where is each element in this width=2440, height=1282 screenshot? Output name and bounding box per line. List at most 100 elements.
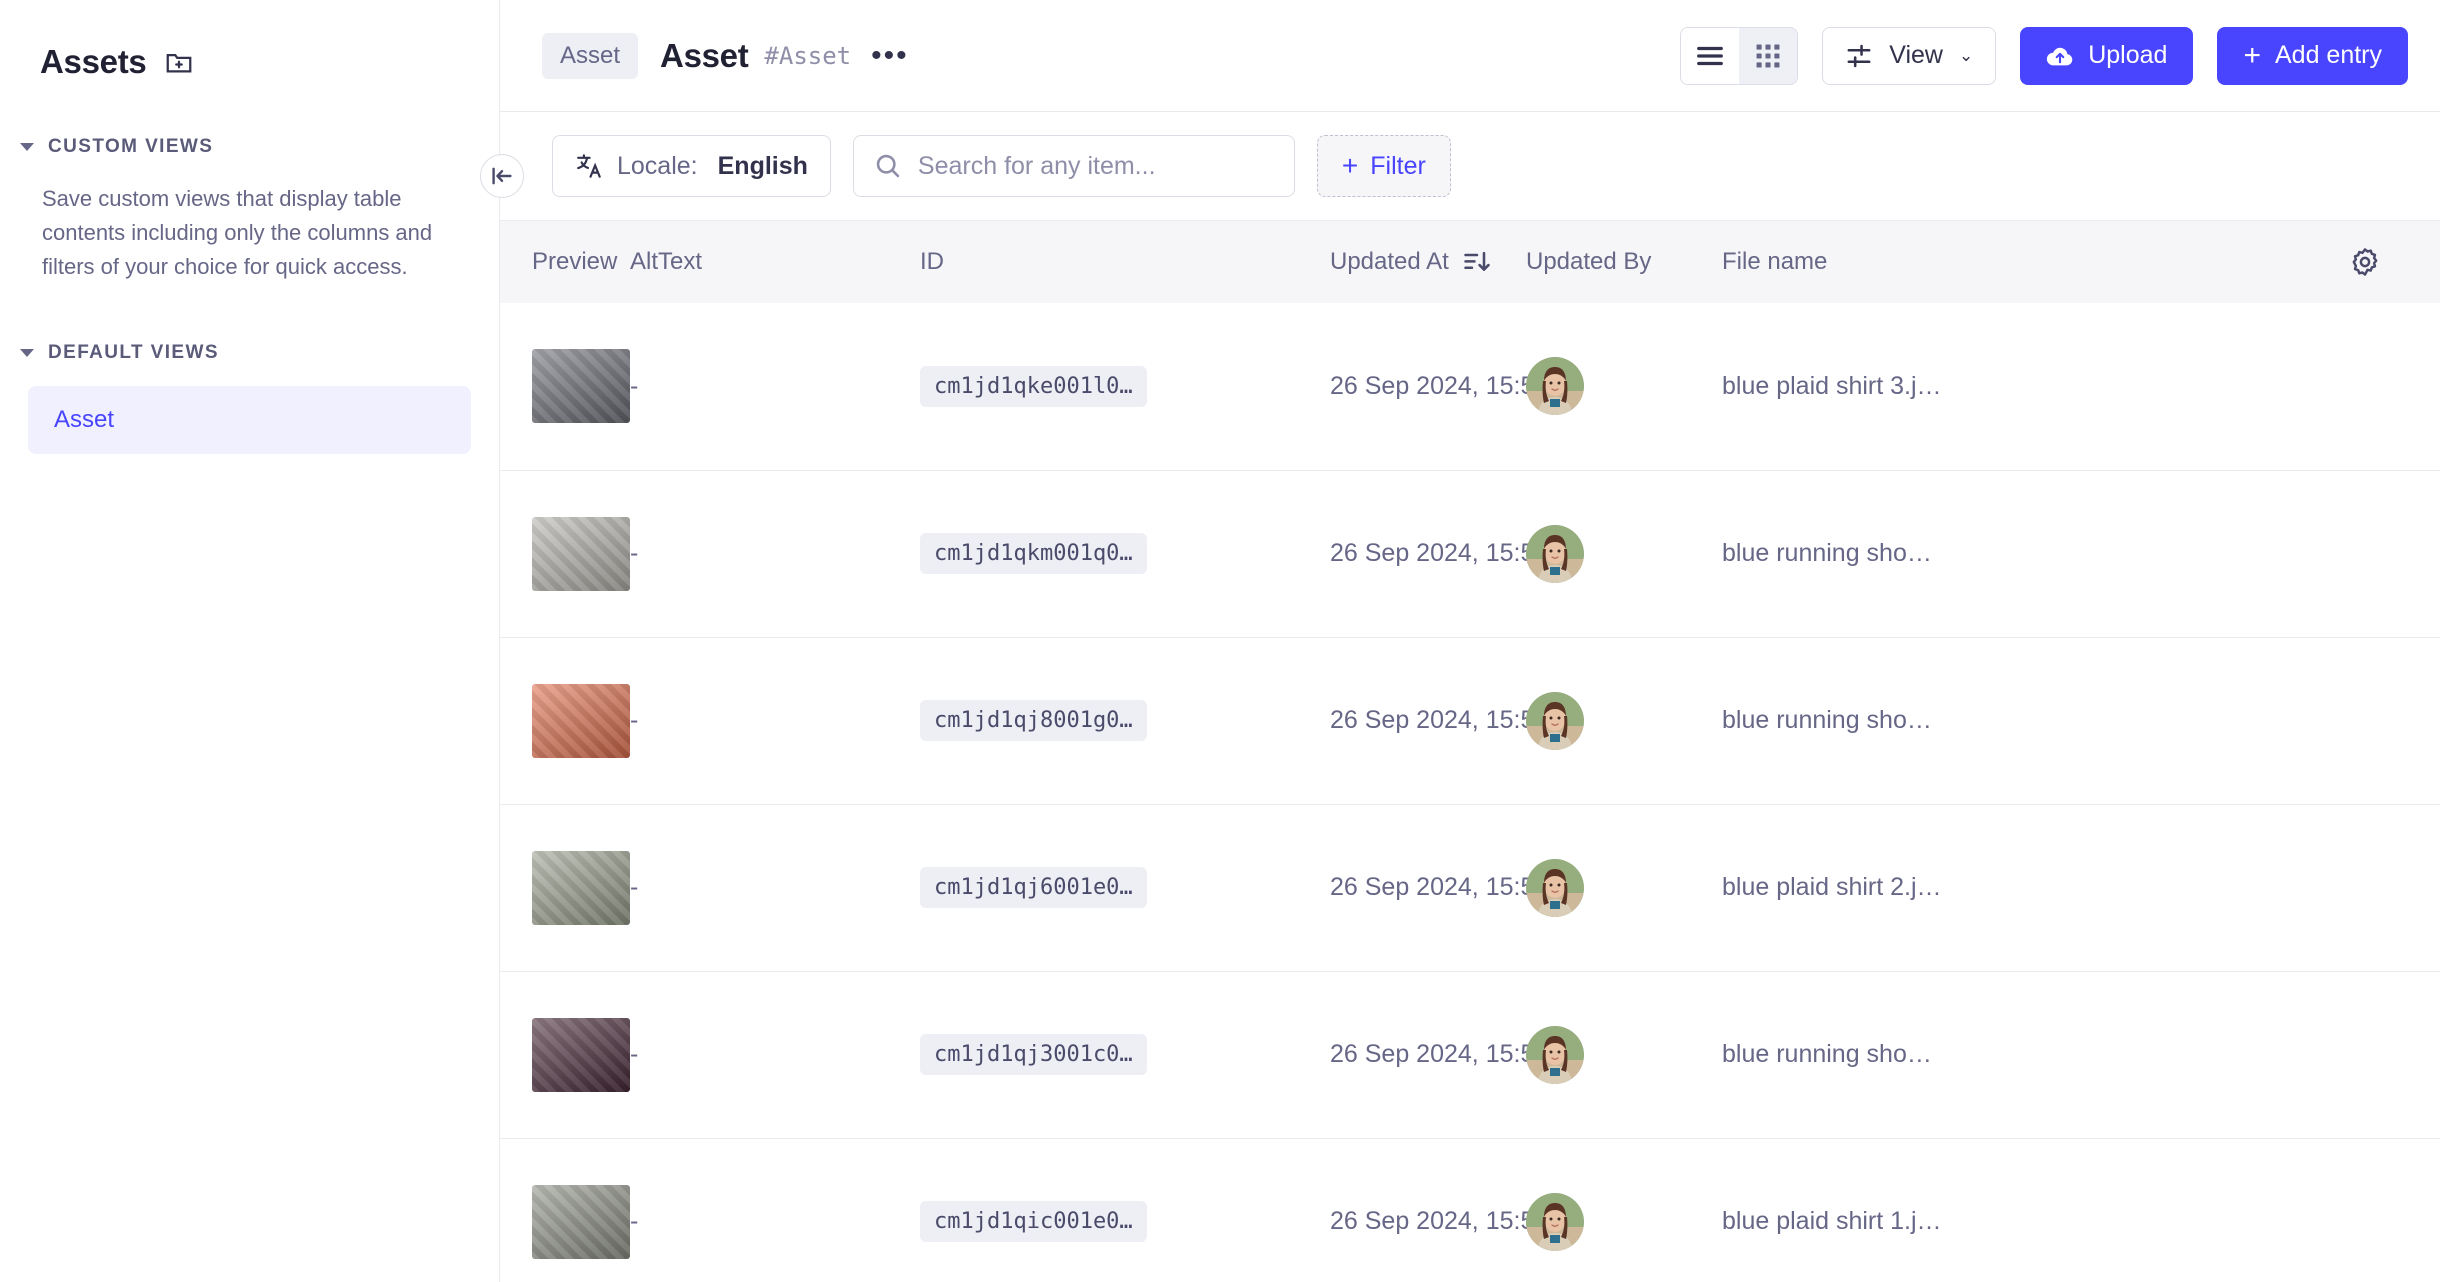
asset-thumbnail[interactable] [532,516,630,591]
add-entry-button[interactable]: + Add entry [2217,26,2408,85]
breadcrumb-chip[interactable]: Asset [542,32,639,79]
more-options-icon[interactable]: ••• [871,41,909,71]
assets-table: Preview AltText ID Updated At Updated By… [500,221,2440,1282]
avatar[interactable] [1526,1192,1584,1251]
cell-preview [500,637,630,804]
section-header-default-views[interactable]: DEFAULT VIEWS [0,342,499,364]
cell-actions [2350,804,2440,971]
cell-alttext: - [630,804,920,971]
column-header-updated-by[interactable]: Updated By [1526,221,1722,303]
cell-actions [2350,971,2440,1138]
cell-alttext: - [630,470,920,637]
cell-alttext: - [630,971,920,1138]
custom-views-description: Save custom views that display table con… [42,186,433,280]
avatar[interactable] [1526,691,1584,750]
column-label-preview: Preview [532,248,618,275]
view-button-label: View [1889,41,1943,69]
app-root: Assets CUSTOM VIEWS Save custom views th… [0,0,2440,1282]
cell-updated-by [1526,637,1722,804]
avatar[interactable] [1526,1025,1584,1084]
column-header-file-name[interactable]: File name [1722,221,2350,303]
cell-updated-at: 26 Sep 2024, 15:59 [1330,706,1549,734]
page-title: Asset [660,36,749,74]
cell-updated-by [1526,1138,1722,1282]
sidebar-item-asset[interactable]: Asset [28,386,471,455]
sidebar-item-label: Asset [54,406,115,434]
upload-button[interactable]: Upload [2020,26,2194,85]
cell-file-name: blue running sho… [1722,1040,1932,1068]
cell-preview [500,470,630,637]
sliders-icon [1845,42,1873,70]
id-chip[interactable]: cm1jd1qic001e0… [920,1201,1147,1242]
search-box[interactable] [852,135,1295,197]
column-header-updated-at[interactable]: Updated At [1330,221,1526,303]
section-label-default-views: DEFAULT VIEWS [48,342,219,364]
cell-file-name: blue plaid shirt 1.j… [1722,1207,1942,1235]
avatar[interactable] [1526,357,1584,416]
avatar[interactable] [1526,524,1584,583]
cell-actions [2350,470,2440,637]
id-chip[interactable]: cm1jd1qj6001e0… [920,867,1147,908]
sidebar: Assets CUSTOM VIEWS Save custom views th… [0,0,500,1282]
column-label-id: ID [920,248,944,275]
column-header-preview[interactable]: Preview [500,221,630,303]
id-chip[interactable]: cm1jd1qkm001q0… [920,533,1147,574]
table-row[interactable]: - cm1jd1qj3001c0… 26 Sep 2024, 15:59 blue r… [500,971,2440,1138]
alttext-value: - [630,1040,639,1068]
column-header-alttext[interactable]: AltText [630,221,920,303]
id-chip[interactable]: cm1jd1qj3001c0… [920,1034,1147,1075]
table-row[interactable]: - cm1jd1qkm001q0… 26 Sep 2024, 15:59 blue r… [500,470,2440,637]
table-body: - cm1jd1qke001l0… 26 Sep 2024, 15:59 blue p… [500,303,2440,1282]
search-input[interactable] [917,151,1274,181]
grid-view-icon[interactable] [1739,27,1798,84]
alttext-value: - [630,539,639,567]
main-content: Asset Asset #Asset ••• View ⌄ Upload + A… [480,0,2440,1282]
cell-updated-by [1526,804,1722,971]
sort-descending-icon[interactable] [1463,249,1491,275]
table-row[interactable]: - cm1jd1qj6001e0… 26 Sep 2024, 15:59 blue p… [500,804,2440,971]
section-header-custom-views[interactable]: CUSTOM VIEWS [0,136,499,158]
section-label-custom-views: CUSTOM VIEWS [48,136,214,157]
page-hash-label: #Asset [764,41,852,70]
cell-updated-at: 26 Sep 2024, 15:59 [1330,1207,1549,1235]
id-chip[interactable]: cm1jd1qj8001g0… [920,700,1147,741]
add-filter-button[interactable]: + Filter [1316,135,1451,197]
cell-id: cm1jd1qke001l0… [920,303,1330,470]
asset-thumbnail[interactable] [532,850,630,925]
chevron-down-icon: ⌄ [1958,45,1974,65]
asset-thumbnail[interactable] [532,1017,630,1092]
alttext-value: - [630,371,639,400]
cell-alttext: - [630,1138,920,1282]
folder-add-icon[interactable] [164,47,194,77]
column-header-id[interactable]: ID [920,221,1330,303]
cell-actions [2350,637,2440,804]
view-settings-button[interactable]: View ⌄ [1822,26,1997,85]
table-head: Preview AltText ID Updated At Updated By… [500,221,2440,303]
locale-selector[interactable]: Locale: English [552,135,831,197]
asset-thumbnail[interactable] [532,349,630,424]
translate-icon [575,152,603,180]
table-row[interactable]: - cm1jd1qj8001g0… 26 Sep 2024, 15:59 blue r… [500,637,2440,804]
plus-icon: + [1341,150,1359,181]
column-header-settings [2350,221,2440,303]
table-row[interactable]: - cm1jd1qic001e0… 26 Sep 2024, 15:59 blue p… [500,1138,2440,1282]
alttext-value: - [630,1207,639,1235]
chevron-down-icon [20,143,34,151]
cell-id: cm1jd1qj8001g0… [920,637,1330,804]
asset-thumbnail[interactable] [532,683,630,758]
list-view-icon[interactable] [1681,27,1740,84]
cell-alttext: - [630,303,920,470]
avatar[interactable] [1526,858,1584,917]
gear-icon[interactable] [2350,247,2440,277]
plus-icon: + [2243,38,2261,72]
cell-actions [2350,303,2440,470]
add-entry-button-label: Add entry [2274,41,2382,69]
sidebar-section-default-views: DEFAULT VIEWS Asset [0,342,499,455]
default-views-list: Asset [0,386,499,455]
collapse-sidebar-icon[interactable] [480,154,524,198]
table-row[interactable]: - cm1jd1qke001l0… 26 Sep 2024, 15:59 blue p… [500,303,2440,470]
id-chip[interactable]: cm1jd1qke001l0… [920,365,1147,407]
cell-preview [500,303,630,470]
view-mode-toggle [1680,26,1799,85]
asset-thumbnail[interactable] [532,1184,630,1259]
